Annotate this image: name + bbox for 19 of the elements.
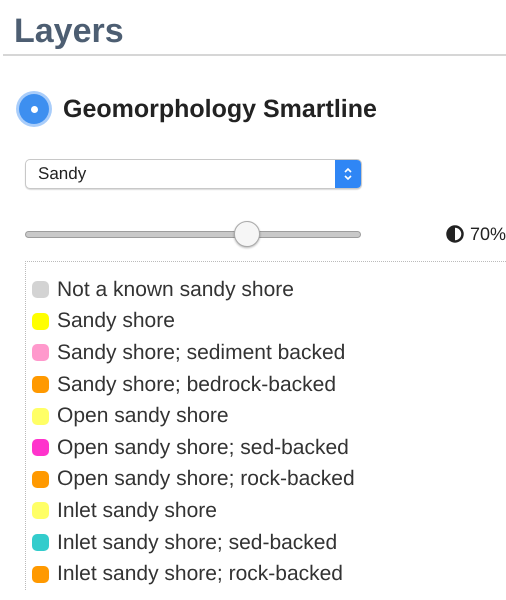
legend-label: Open sandy shore; rock-backed [57, 467, 355, 492]
legend-label: Inlet sandy shore; rock-backed [57, 562, 343, 586]
layer-name: Geomorphology Smartline [63, 94, 377, 124]
legend-label: Inlet sandy shore; sed-backed [57, 530, 338, 555]
legend-label: Sandy shore; bedrock-backed [57, 372, 336, 397]
legend-label: Open sandy shore [57, 404, 229, 428]
opacity-slider[interactable] [25, 221, 361, 247]
contrast-icon [446, 225, 464, 243]
legend-label: Not a known sandy shore [57, 278, 294, 302]
opacity-reading: 70% [470, 224, 506, 244]
layer-style-dropdown[interactable]: Sandy [25, 159, 362, 189]
legend-label: Open sandy shore; sed-backed [57, 436, 349, 460]
panel-title: Layers [13, 11, 125, 52]
legend-label: Sandy shore; sediment backed [57, 340, 346, 365]
legend-label: Inlet sandy shore [57, 498, 217, 523]
slider-thumb[interactable] [234, 221, 260, 247]
chevron-icon [343, 166, 353, 182]
radio-button[interactable] [19, 94, 49, 124]
legend-label: Sandy shore [57, 309, 175, 334]
